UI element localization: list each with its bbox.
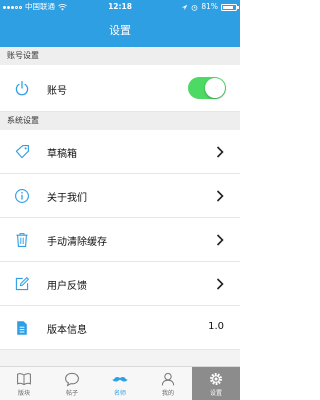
chat-icon [65, 372, 79, 387]
drafts-label: 草稿箱 [47, 149, 77, 160]
tab-teachers[interactable]: 名师 [96, 367, 144, 400]
gear-icon [210, 373, 222, 385]
tag-icon [15, 145, 29, 159]
status-right: 81% [181, 0, 239, 14]
battery-percent: 81% [201, 2, 218, 11]
trash-icon [16, 233, 28, 247]
tab-label: 名师 [113, 390, 126, 397]
chevron-right-icon [216, 146, 224, 158]
mustache-icon [112, 377, 128, 382]
location-icon [182, 4, 188, 10]
tab-bar: 版块 帖子 名师 我的 设置 [0, 366, 240, 400]
toggle-knob [205, 78, 225, 98]
clear-cache-label: 手动清除缓存 [47, 237, 107, 248]
header: 中国联通 12:18 81% 设置 [0, 0, 240, 47]
edit-icon [15, 277, 29, 291]
alarm-icon [191, 4, 198, 11]
version-label: 版本信息 [47, 325, 87, 336]
info-icon [15, 189, 29, 203]
power-icon [15, 80, 29, 96]
tab-label: 版块 [17, 390, 30, 397]
chevron-right-icon [216, 190, 224, 202]
about-us-row[interactable]: 关于我们 [0, 174, 240, 218]
tab-label: 设置 [209, 390, 222, 397]
book-icon [17, 373, 31, 386]
page-title: 设置 [109, 24, 131, 37]
status-bar: 中国联通 12:18 81% [0, 0, 240, 14]
battery-icon [221, 3, 239, 11]
account-toggle[interactable] [188, 77, 226, 99]
clear-cache-row[interactable]: 手动清除缓存 [0, 218, 240, 262]
version-value: 1.0 [208, 321, 224, 332]
tab-label: 我的 [161, 390, 174, 397]
document-icon [17, 321, 27, 335]
section-header-system: 系统设置 [0, 112, 240, 130]
version-row[interactable]: 版本信息 1.0 [0, 306, 240, 350]
user-icon [161, 372, 175, 386]
drafts-row[interactable]: 草稿箱 [0, 130, 240, 174]
chevron-right-icon [216, 234, 224, 246]
section-header-account: 账号设置 [0, 47, 240, 65]
feedback-label: 用户反馈 [47, 281, 87, 292]
tab-boards[interactable]: 版块 [0, 367, 48, 400]
chevron-right-icon [216, 278, 224, 290]
tab-mine[interactable]: 我的 [144, 367, 192, 400]
settings-screen: 中国联通 12:18 81% 设置 账号设置 账号 系统设置 草稿箱 关于我们 … [0, 0, 240, 400]
tab-label: 帖子 [65, 390, 78, 397]
account-row[interactable]: 账号 [0, 65, 240, 112]
tab-settings[interactable]: 设置 [192, 367, 240, 400]
about-us-label: 关于我们 [47, 193, 87, 204]
tab-posts[interactable]: 帖子 [48, 367, 96, 400]
feedback-row[interactable]: 用户反馈 [0, 262, 240, 306]
account-label: 账号 [47, 86, 67, 97]
